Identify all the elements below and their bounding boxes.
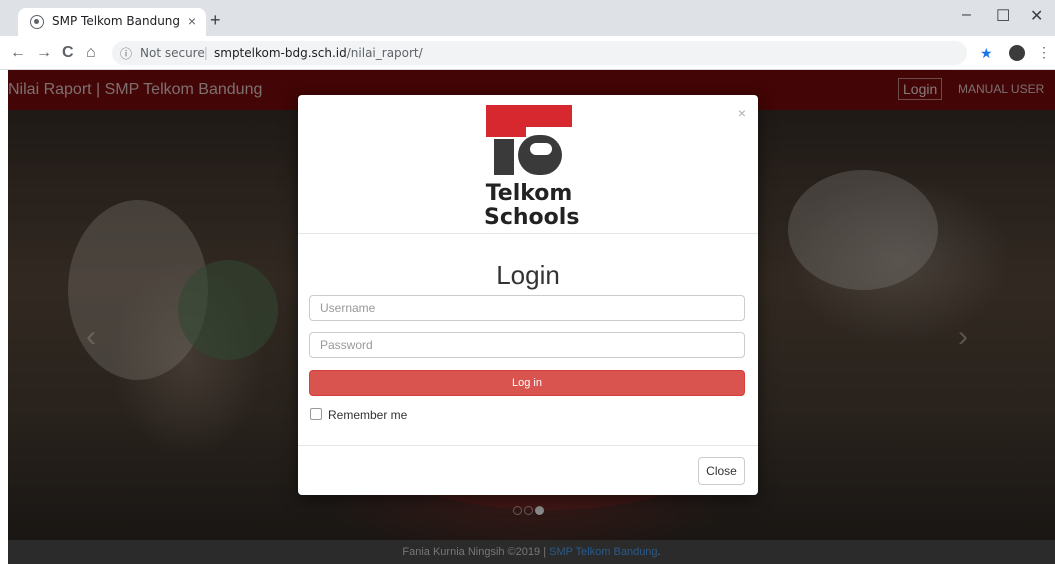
- password-input[interactable]: [309, 332, 745, 358]
- bookmark-star-icon[interactable]: ★: [980, 45, 993, 62]
- back-icon[interactable]: ←: [10, 44, 26, 62]
- remember-me-checkbox[interactable]: [310, 408, 322, 420]
- url-separator: |: [204, 44, 208, 60]
- logo-text-telkom: Telkom: [485, 181, 573, 206]
- profile-avatar[interactable]: [1009, 45, 1025, 61]
- modal-divider: [298, 233, 758, 234]
- forward-icon[interactable]: →: [36, 44, 52, 62]
- window-close-icon[interactable]: ✕: [1030, 6, 1043, 26]
- info-icon[interactable]: ⓘ: [120, 45, 132, 62]
- footer-link[interactable]: SMP Telkom Bandung: [549, 546, 657, 558]
- maximize-icon[interactable]: ☐: [996, 6, 1010, 26]
- address-bar: ← → C ⌂ ⓘ Not secure | smptelkom-bdg.sch…: [0, 36, 1055, 70]
- remember-me-label: Remember me: [328, 408, 408, 422]
- login-modal: × Telkom Schools Login Log in Remember m…: [298, 95, 758, 495]
- login-button[interactable]: Log in: [309, 370, 745, 396]
- close-button[interactable]: Close: [698, 457, 745, 485]
- url-path: /nilai_raport/: [346, 46, 423, 60]
- remember-me[interactable]: Remember me: [310, 408, 407, 422]
- modal-divider: [298, 445, 758, 446]
- footer-suffix: .: [657, 546, 661, 558]
- footer-text: Fania Kurnia Ningsih ©2019 | SMP Telkom …: [402, 546, 660, 558]
- footer-credit: Fania Kurnia Ningsih ©2019 |: [402, 546, 550, 558]
- globe-icon: [30, 15, 44, 29]
- reload-icon[interactable]: C: [62, 44, 74, 62]
- tab-close-icon[interactable]: ×: [188, 13, 196, 29]
- modal-close-icon[interactable]: ×: [738, 105, 746, 121]
- minimize-icon[interactable]: –: [962, 6, 971, 24]
- url-field[interactable]: ⓘ Not secure | smptelkom-bdg.sch.id/nila…: [112, 41, 967, 65]
- username-input[interactable]: [309, 295, 745, 321]
- home-icon[interactable]: ⌂: [86, 44, 96, 62]
- telkom-schools-logo: Telkom Schools: [484, 105, 580, 230]
- logo-text-schools: Schools: [484, 205, 580, 230]
- page-footer: Fania Kurnia Ningsih ©2019 | SMP Telkom …: [8, 540, 1055, 564]
- login-title: Login: [496, 260, 560, 290]
- browser-tab-bar: SMP Telkom Bandung × + – ☐ ✕: [0, 0, 1055, 36]
- new-tab-button[interactable]: +: [210, 11, 221, 29]
- url-text: smptelkom-bdg.sch.id/nilai_raport/: [214, 46, 423, 60]
- tab-title: SMP Telkom Bandung: [52, 14, 181, 28]
- browser-tab[interactable]: SMP Telkom Bandung ×: [18, 8, 206, 36]
- menu-icon[interactable]: ⋮: [1037, 44, 1051, 61]
- security-label: Not secure: [140, 46, 205, 60]
- url-host: smptelkom-bdg.sch.id: [214, 46, 347, 60]
